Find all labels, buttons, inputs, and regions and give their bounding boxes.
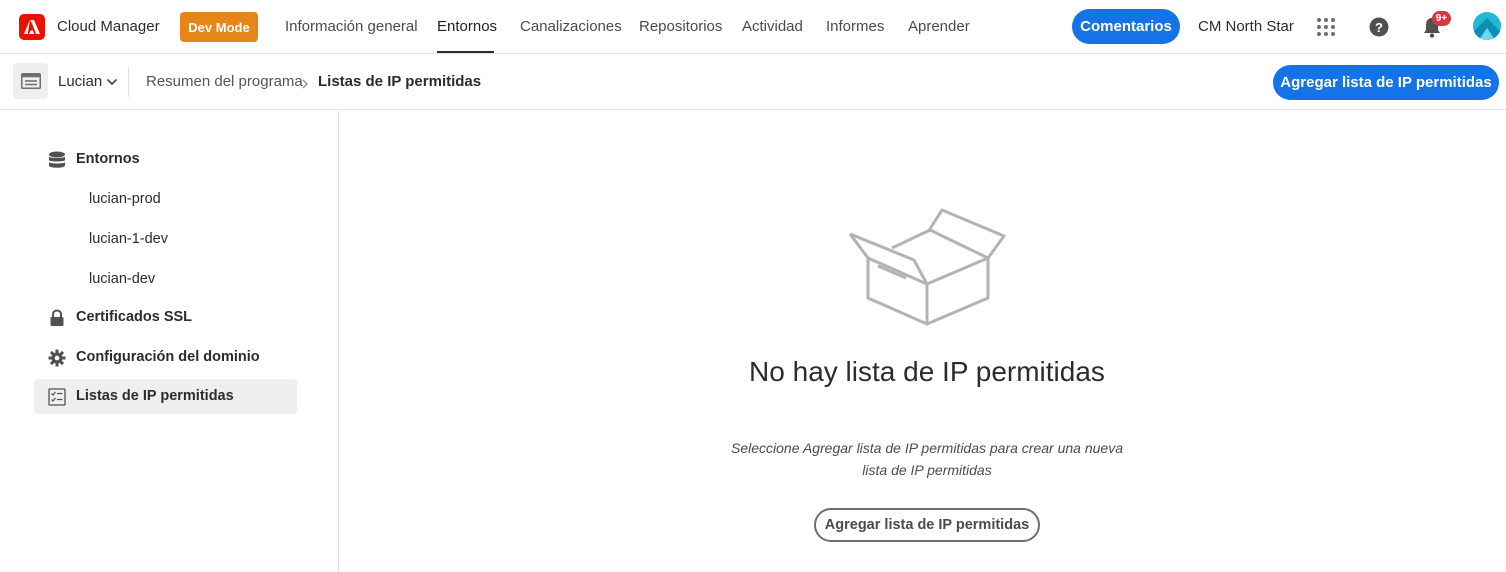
sidebar-env-lucian-1-dev[interactable]: lucian-1-dev bbox=[89, 231, 168, 247]
sidebar-env-lucian-prod[interactable]: lucian-prod bbox=[89, 191, 161, 207]
breadcrumb-program-overview[interactable]: Resumen del programa bbox=[146, 73, 303, 90]
program-header: Lucian Resumen del programa Listas de IP… bbox=[0, 55, 1506, 110]
gear-icon bbox=[48, 349, 66, 367]
breadcrumb-current-page: Listas de IP permitidas bbox=[318, 73, 482, 90]
sidebar-item-label: Configuración del dominio bbox=[76, 349, 260, 365]
checklist-icon bbox=[48, 388, 66, 406]
sidebar: Entornos lucian-prod lucian-1-dev lucian… bbox=[0, 111, 339, 572]
sidebar-item-label: Entornos bbox=[76, 151, 140, 167]
svg-text:?: ? bbox=[1375, 20, 1383, 35]
chevron-down-icon[interactable] bbox=[106, 75, 118, 87]
avatar[interactable] bbox=[1473, 12, 1501, 40]
apps-grid-icon[interactable] bbox=[1316, 17, 1336, 37]
add-ip-allowlist-button[interactable]: Agregar lista de IP permitidas bbox=[1273, 65, 1499, 100]
app-name[interactable]: Cloud Manager bbox=[57, 18, 160, 35]
lock-icon bbox=[48, 309, 66, 327]
sidebar-item-label: Certificados SSL bbox=[76, 309, 193, 325]
sidebar-item-domain-settings[interactable]: Configuración del dominio bbox=[34, 340, 297, 375]
adobe-logo-icon[interactable] bbox=[19, 14, 45, 40]
sidebar-item-environments[interactable]: Entornos bbox=[34, 142, 297, 177]
feedback-button[interactable]: Comentarios bbox=[1072, 9, 1180, 44]
notification-count-badge: 9+ bbox=[1432, 11, 1451, 26]
sidebar-item-label: Listas de IP permitidas bbox=[76, 388, 234, 404]
tab-informes[interactable]: Informes bbox=[826, 18, 884, 35]
sidebar-env-lucian-dev[interactable]: lucian-dev bbox=[89, 271, 155, 287]
sidebar-item-ssl-certificates[interactable]: Certificados SSL bbox=[34, 300, 297, 335]
sidebar-item-ip-allowlists[interactable]: Listas de IP permitidas bbox=[34, 379, 297, 414]
tab-entornos[interactable]: Entornos bbox=[437, 18, 497, 35]
database-icon bbox=[48, 151, 66, 169]
tab-actividad[interactable]: Actividad bbox=[742, 18, 803, 35]
tab-aprender[interactable]: Aprender bbox=[908, 18, 970, 35]
tab-canalizaciones[interactable]: Canalizaciones bbox=[520, 18, 622, 35]
org-switcher[interactable]: CM North Star bbox=[1198, 18, 1294, 35]
active-tab-indicator bbox=[437, 51, 494, 53]
add-ip-allowlist-secondary-button[interactable]: Agregar lista de IP permitidas bbox=[814, 508, 1040, 542]
tab-informacion-general[interactable]: Información general bbox=[285, 18, 418, 35]
chevron-right-icon bbox=[300, 76, 310, 89]
help-icon[interactable]: ? bbox=[1369, 17, 1389, 37]
program-switcher[interactable]: Lucian bbox=[58, 73, 102, 90]
top-navigation-bar: Cloud Manager Dev Mode Información gener… bbox=[0, 0, 1506, 54]
tab-repositorios[interactable]: Repositorios bbox=[639, 18, 722, 35]
empty-state-title: No hay lista de IP permitidas bbox=[749, 356, 1105, 387]
program-icon[interactable] bbox=[13, 63, 48, 99]
empty-box-icon bbox=[848, 206, 1006, 326]
dev-mode-badge[interactable]: Dev Mode bbox=[180, 12, 258, 42]
empty-state-description: Seleccione Agregar lista de IP permitida… bbox=[731, 440, 1123, 478]
divider bbox=[128, 67, 129, 97]
